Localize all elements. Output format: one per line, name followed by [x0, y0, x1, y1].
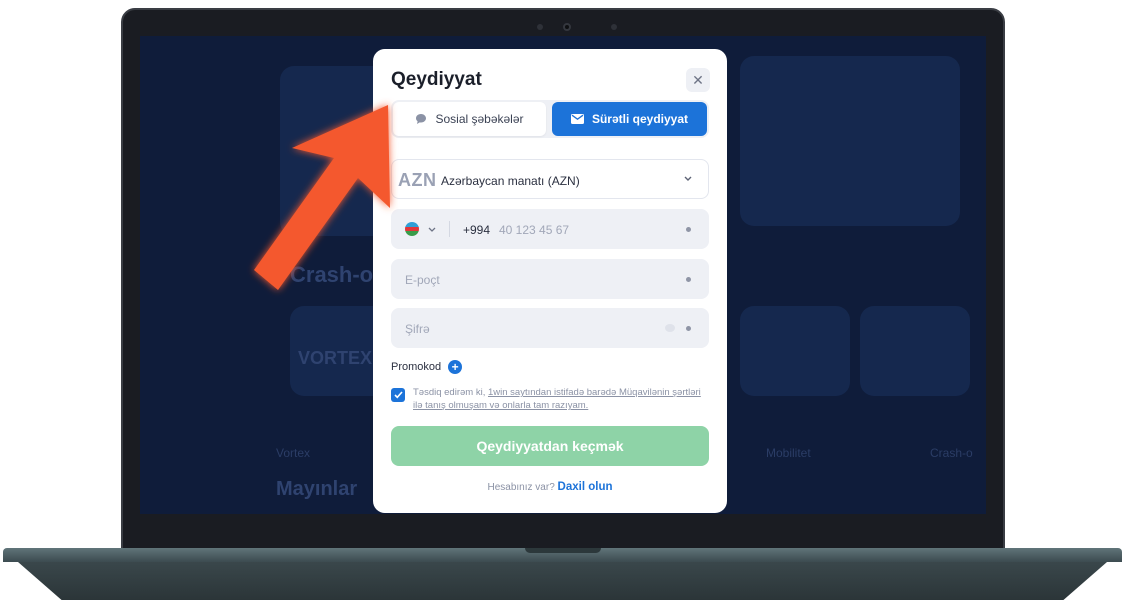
tab-fast-registration[interactable]: Sürətli qeydiyyat — [552, 102, 707, 136]
checkmark-icon — [393, 391, 403, 399]
tab-social-label: Sosial şəbəkələr — [435, 112, 524, 126]
required-indicator — [686, 326, 691, 331]
chevron-down-icon — [684, 176, 692, 181]
laptop-hinge-notch — [525, 548, 601, 553]
plus-icon[interactable]: + — [448, 360, 463, 374]
promo-code-toggle[interactable]: Promokod + — [391, 360, 463, 374]
eye-icon[interactable] — [665, 324, 675, 332]
terms-text: Təsdiq edirəm ki, 1win saytından istifad… — [413, 386, 709, 412]
chevron-down-icon — [428, 227, 436, 232]
envelope-icon — [570, 114, 584, 124]
phone-input[interactable]: 40 123 45 67 — [499, 223, 569, 237]
tab-fast-label: Sürətli qeydiyyat — [591, 112, 689, 126]
tab-social-networks[interactable]: Sosial şəbəkələr — [393, 102, 546, 136]
login-prompt: Hesabınız var? Daxil olun — [373, 481, 727, 493]
laptop-base-lower — [18, 562, 1107, 600]
background-heading: Crash-o — [290, 262, 374, 287]
sensor-dot — [611, 24, 617, 30]
register-button[interactable]: Qeydiyyatdan keçmək — [391, 426, 709, 466]
email-field[interactable]: E-poçt — [391, 259, 709, 299]
terms-prefix: Təsdiq edirəm ki, — [413, 387, 488, 398]
close-button[interactable]: ✕ — [686, 68, 710, 92]
background-heading: Mayınlar — [276, 478, 358, 500]
background-card — [860, 306, 970, 396]
background-card — [740, 306, 850, 396]
login-link[interactable]: Daxil olun — [558, 481, 613, 493]
password-field[interactable]: Şifrə — [391, 308, 709, 348]
divider — [449, 221, 450, 237]
email-input[interactable]: E-poçt — [405, 273, 440, 287]
sensor-dot — [537, 24, 543, 30]
promo-label: Promokod — [391, 361, 442, 373]
chat-bubble-icon — [415, 113, 427, 125]
background-banner — [740, 56, 960, 226]
camera-bar — [123, 23, 1003, 32]
close-icon: ✕ — [692, 71, 704, 88]
required-indicator — [686, 277, 691, 282]
login-question: Hesabınız var? — [487, 482, 555, 493]
registration-modal: Qeydiyyat ✕ Sosial şəbəkələr Sürətli qey… — [373, 49, 727, 513]
background-label: Crash-o — [930, 446, 973, 460]
phone-field[interactable]: +994 40 123 45 67 — [391, 209, 709, 249]
camera-icon — [563, 23, 571, 31]
password-input[interactable]: Şifrə — [405, 322, 430, 336]
registration-tabs: Sosial şəbəkələr Sürətli qeydiyyat — [391, 100, 709, 138]
background-label: Vortex — [276, 446, 311, 460]
modal-title: Qeydiyyat — [391, 69, 482, 90]
terms-checkbox[interactable] — [391, 388, 405, 402]
currency-select[interactable]: AZN Azərbaycan manatı (AZN) — [391, 159, 709, 199]
currency-name: Azərbaycan manatı (AZN) — [441, 174, 580, 188]
phone-country-code: +994 — [463, 223, 491, 237]
background-game-logo: VORTEX — [298, 348, 373, 368]
background-label: Mobilitet — [766, 446, 811, 460]
currency-code: AZN — [398, 170, 437, 190]
azerbaijan-flag-icon[interactable] — [405, 222, 419, 236]
required-indicator — [686, 227, 691, 232]
